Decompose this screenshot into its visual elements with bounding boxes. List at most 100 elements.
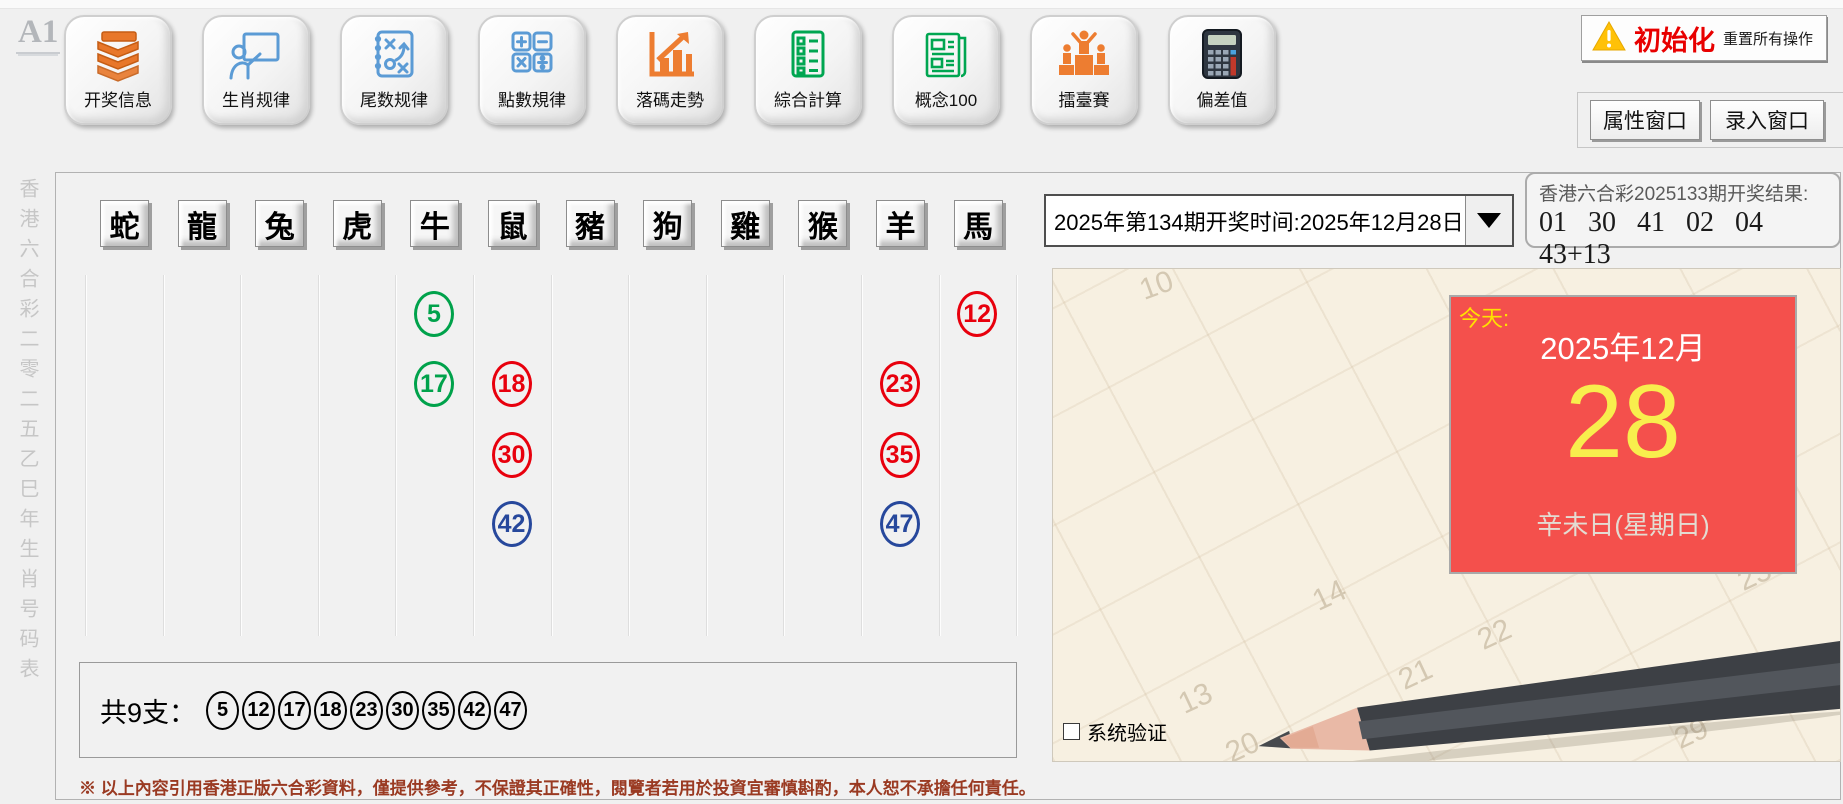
grid-column-line xyxy=(473,275,475,636)
summary-number-17: 17 xyxy=(278,691,311,730)
toolbar-button-label: 點數規律 xyxy=(498,86,566,111)
grid-column-line xyxy=(706,275,708,636)
grid-column-line xyxy=(939,275,941,636)
calendar-faint-number: 14 xyxy=(1307,573,1352,618)
pencil-image xyxy=(1251,632,1841,762)
grid-column-line xyxy=(783,275,785,636)
zodiac-button-9[interactable]: 雞 xyxy=(721,200,770,247)
toolbar-button-label: 开奖信息 xyxy=(84,86,152,111)
zodiac-button-8[interactable]: 狗 xyxy=(643,200,692,247)
grid-column-line xyxy=(395,275,397,636)
math-grid-icon xyxy=(504,26,560,82)
toolbar-button-label: 概念100 xyxy=(915,86,977,111)
number-ball-30: 30 xyxy=(492,432,532,478)
zodiac-button-4[interactable]: 虎 xyxy=(333,200,382,247)
zodiac-button-6[interactable]: 鼠 xyxy=(488,200,537,247)
grid-column-line xyxy=(318,275,320,636)
zodiac-button-7[interactable]: 豬 xyxy=(566,200,615,247)
grid-column-line xyxy=(628,275,630,636)
toolbar-button-label: 生肖规律 xyxy=(222,86,290,111)
number-ball-5: 5 xyxy=(414,291,454,337)
podium-icon xyxy=(1056,26,1112,82)
calendar-faint-number: 13 xyxy=(1173,677,1218,722)
summary-number-35: 35 xyxy=(422,691,455,730)
number-ball-42: 42 xyxy=(492,501,532,547)
summary-number-42: 42 xyxy=(458,691,491,730)
toolbar-button-checklist[interactable]: 綜合計算 xyxy=(754,15,862,125)
toolbar-button-books[interactable]: 开奖信息 xyxy=(64,15,172,125)
dropdown-arrow-button[interactable] xyxy=(1465,196,1512,245)
number-ball-23: 23 xyxy=(880,361,920,407)
warning-icon xyxy=(1592,21,1626,56)
number-ball-17: 17 xyxy=(414,361,454,407)
number-ball-47: 47 xyxy=(880,501,920,547)
number-ball-35: 35 xyxy=(880,432,920,478)
toolbar-button-math-grid[interactable]: 點數規律 xyxy=(478,15,586,125)
number-ball-18: 18 xyxy=(492,361,532,407)
disclaimer-text: ※ 以上內容引用香港正版六合彩資料，僅提供參考，不保證其正確性，閱覽者若用於投資… xyxy=(79,774,1036,799)
grid-column-line xyxy=(240,275,242,636)
toolbar-button-label: 尾数规律 xyxy=(360,86,428,111)
grid-column-line xyxy=(85,275,87,636)
grid-column-line xyxy=(1016,275,1018,636)
summary-number-30: 30 xyxy=(386,691,419,730)
zodiac-button-2[interactable]: 龍 xyxy=(178,200,227,247)
today-day: 28 xyxy=(1451,363,1795,482)
draw-period-select[interactable]: 2025年第134期开奖时间:2025年12月28日(星期日) xyxy=(1044,194,1514,247)
calculator-icon xyxy=(1194,26,1250,82)
last-result-title: 香港六合彩2025133期开奖结果: xyxy=(1539,179,1839,206)
checklist-icon xyxy=(780,26,836,82)
system-verify-label: 系统验证 xyxy=(1087,717,1167,746)
toolbar-button-podium[interactable]: 擂臺賽 xyxy=(1030,15,1138,125)
init-button-title: 初始化 xyxy=(1634,19,1715,58)
zodiac-button-5[interactable]: 牛 xyxy=(410,200,459,247)
zodiac-button-3[interactable]: 兔 xyxy=(255,200,304,247)
summary-number-23: 23 xyxy=(350,691,383,730)
grid-column-line xyxy=(861,275,863,636)
draw-period-value: 2025年第134期开奖时间:2025年12月28日(星期日) xyxy=(1046,205,1465,237)
summary-box: 共9支： 51217182330354247 xyxy=(79,662,1017,758)
today-month: 2025年12月 xyxy=(1451,323,1795,368)
toolbar-button-label: 偏差值 xyxy=(1197,86,1248,111)
summary-number-5: 5 xyxy=(206,691,239,730)
toolbar-button-label: 擂臺賽 xyxy=(1059,86,1110,111)
init-button-subtitle: 重置所有操作 xyxy=(1723,28,1813,49)
today-day-info: 辛未日(星期日) xyxy=(1451,505,1795,542)
number-ball-12: 12 xyxy=(957,291,997,337)
grid-column-line xyxy=(551,275,553,636)
zodiac-button-1[interactable]: 蛇 xyxy=(100,200,149,247)
toolbar-button-calculator[interactable]: 偏差值 xyxy=(1168,15,1276,125)
property-window-button[interactable]: 属性窗口 xyxy=(1590,100,1700,140)
summary-number-12: 12 xyxy=(242,691,275,730)
toolbar-button-strategy[interactable]: 尾数规律 xyxy=(340,15,448,125)
window-top-strip xyxy=(0,0,1843,9)
summary-label: 共9支： xyxy=(100,691,196,730)
presentation-icon xyxy=(228,26,284,82)
books-icon xyxy=(90,26,146,82)
toolbar-button-newspaper[interactable]: 概念100 xyxy=(892,15,1000,125)
init-button[interactable]: 初始化 重置所有操作 xyxy=(1581,15,1827,61)
summary-numbers: 51217182330354247 xyxy=(206,691,530,730)
system-verify-checkbox[interactable] xyxy=(1063,723,1080,740)
app-window: A1 开奖信息 生肖规律 尾数规律 點數規律 落碼走勢 綜合計算 xyxy=(0,0,1843,804)
toolbar-button-presentation[interactable]: 生肖规律 xyxy=(202,15,310,125)
grid-column-line xyxy=(163,275,165,636)
toolbar-button-label: 綜合計算 xyxy=(774,86,842,111)
entry-window-button[interactable]: 录入窗口 xyxy=(1710,100,1824,140)
zodiac-button-10[interactable]: 猴 xyxy=(798,200,847,247)
bar-chart-icon xyxy=(642,26,698,82)
calendar-panel: 1013201421222923 今天: 2025年12月 28 辛未日(星期日… xyxy=(1052,268,1841,762)
zodiac-button-11[interactable]: 羊 xyxy=(876,200,925,247)
chevron-down-icon xyxy=(1477,213,1501,228)
last-result-numbers: 01 30 41 02 04 43+13 xyxy=(1539,207,1839,271)
vertical-title: 香港六合彩二零二五乙巳年生肖号码表 xyxy=(13,178,42,688)
summary-number-18: 18 xyxy=(314,691,347,730)
zodiac-button-12[interactable]: 馬 xyxy=(954,200,1003,247)
system-verify-row[interactable]: 系统验证 xyxy=(1063,717,1167,746)
toolbar-button-bar-chart[interactable]: 落碼走勢 xyxy=(616,15,724,125)
summary-number-47: 47 xyxy=(494,691,527,730)
strategy-icon xyxy=(366,26,422,82)
toolbar-button-label: 落碼走勢 xyxy=(636,86,704,111)
last-result-box: 香港六合彩2025133期开奖结果: 01 30 41 02 04 43+13 xyxy=(1525,172,1841,248)
today-card: 今天: 2025年12月 28 辛未日(星期日) xyxy=(1449,295,1797,574)
